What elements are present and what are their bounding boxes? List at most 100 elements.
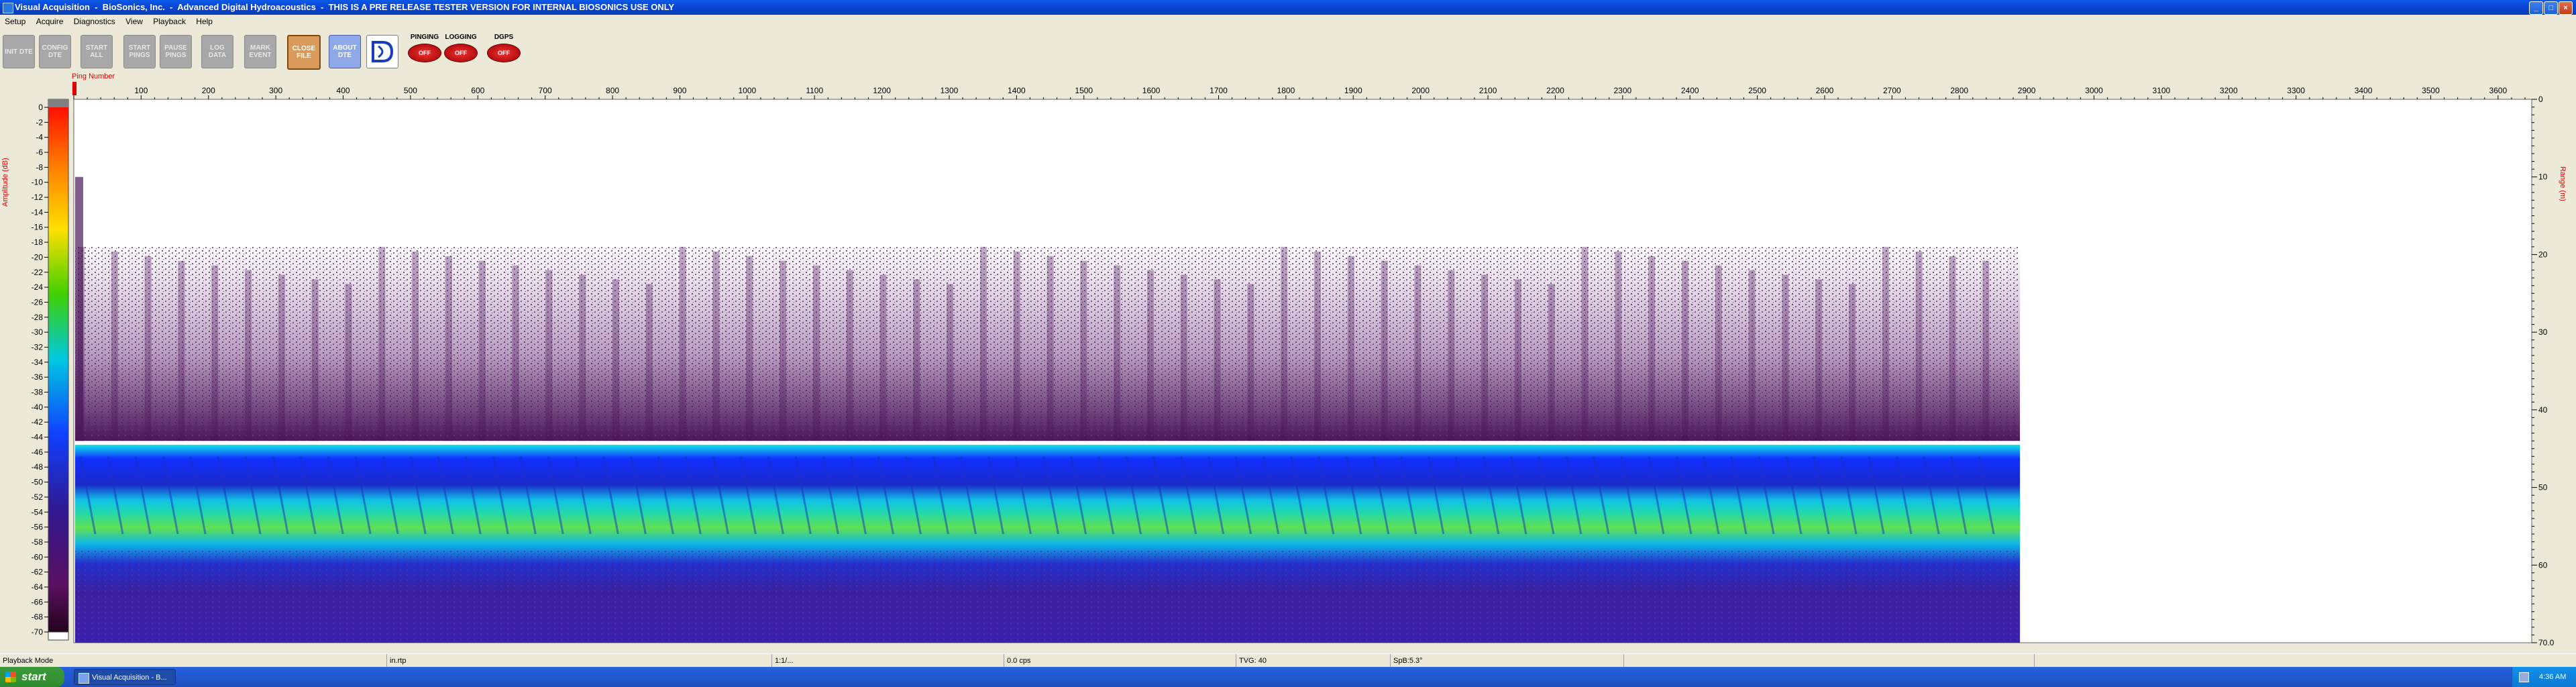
water-column-streak [1648,256,1656,441]
water-column-streak [512,265,519,441]
menu-view[interactable]: View [125,17,143,26]
colorbar-tick-label: -26 [32,297,44,307]
x-tick-label: 1000 [738,86,756,95]
x-tick-label: 2400 [1681,86,1699,95]
pinging-label: PINGING [410,34,439,41]
menu-bar: Setup Acquire Diagnostics View Playback … [0,15,2576,28]
menu-playback[interactable]: Playback [153,17,186,26]
water-column-streak [1146,270,1154,441]
x-tick-label: 2300 [1613,86,1631,95]
colorbar-tick-label: -8 [36,162,43,172]
x-tick-label: 1700 [1210,86,1228,95]
ping-cursor-marker[interactable] [72,82,76,95]
colorbar-tick-label: -70 [32,627,44,637]
water-column-streak [378,246,386,441]
colorbar-tick-label: -68 [32,613,44,622]
colorbar-tick-label: -60 [32,552,44,562]
colorbar [48,99,69,641]
water-column-streak [612,279,619,441]
water-column-streak [979,246,987,441]
range-tick-label: 10 [2538,172,2548,182]
dgps-state-light: OFF [487,44,521,62]
water-column-streak [278,274,285,441]
x-tick-label: 2600 [1816,86,1834,95]
colorbar-tick-label: -6 [36,148,43,157]
pause-pings-button[interactable]: PAUSE PINGS [160,35,192,68]
log-data-button[interactable]: LOG DATA [201,35,233,68]
maximize-button[interactable]: □ [2544,1,2558,15]
colorbar-tick-label: -54 [32,507,44,517]
echogram-data [75,176,2021,643]
x-tick-label: 3300 [2287,86,2305,95]
biosonics-logo-icon [366,35,398,68]
app-icon [3,3,13,13]
colorbar-tick-label: -10 [32,178,44,187]
colorbar-tick-label: -4 [36,133,43,142]
x-tick-label: 3000 [2085,86,2103,95]
x-tick-label: 2000 [1411,86,1430,95]
minimize-button[interactable]: _ [2529,1,2543,15]
close-window-button[interactable]: × [2559,1,2573,15]
echogram-panel: 0 -2 -4 -6 -8 -10 -12 -14 -16 -18 -20 -22 -24 -26 -28 -… [0,72,2576,653]
start-pings-button[interactable]: START PINGS [123,35,156,68]
water-column-streak [1347,256,1354,441]
echogram-chart[interactable]: 0 -2 -4 -6 -8 -10 -12 -14 -16 -18 -20 -22 -24 -26 -28 -… [0,72,2576,653]
colorbar-tick-label: -12 [32,193,44,202]
colorbar-tick-label: -52 [32,492,44,502]
mark-event-button[interactable]: MARK EVENT [244,35,276,68]
start-label: start [21,670,46,683]
water-column-streak [780,260,787,441]
colorbar-tick-label: -38 [32,388,44,397]
water-column-streak [1514,279,1521,441]
windows-flag-icon [5,672,16,682]
status-bar: Playback Mode in.rtp 1:1/... 0.0 cps TVG… [0,653,2576,668]
about-dte-button[interactable]: ABOUT DTE [329,35,361,68]
x-tick-label: 2900 [2018,86,2036,95]
close-file-button[interactable]: CLOSE FILE [287,35,321,70]
colorbar-floor [48,631,69,641]
status-mode: Playback Mode [3,657,54,665]
start-all-button[interactable]: START ALL [80,35,113,68]
x-tick-label: 1400 [1008,86,1026,95]
menu-acquire[interactable]: Acquire [36,17,64,26]
x-tick-label: 400 [337,86,350,95]
config-dte-button[interactable]: CONFIG DTE [39,35,71,68]
menu-help[interactable]: Help [196,17,213,26]
pinging-indicator: PINGING OFF [407,34,443,68]
water-column-streak [345,284,352,441]
range-tick-label: 30 [2538,327,2548,337]
tray-network-icon[interactable] [2519,672,2529,682]
x-tick-label: 1800 [1277,86,1295,95]
toolbar: INIT DTE CONFIG DTE START ALL START PING… [0,28,2576,73]
x-tick-label: 900 [673,86,686,95]
x-tick-label: 2700 [1883,86,1901,95]
range-tick-label: 0 [2538,95,2543,104]
water-column-streak [478,260,486,441]
deep-noise-texture [75,549,2021,643]
colorbar-tick-label: -20 [32,252,44,262]
x-axis-ticks: 100 200 300 400 500 600 700 800 900 1000 1100 1200 1… [73,86,2526,99]
init-dte-button[interactable]: INIT DTE [3,35,35,68]
colorbar-tick-label: -50 [32,478,44,487]
start-button[interactable]: start [0,667,64,687]
menu-setup[interactable]: Setup [5,17,25,26]
x-tick-label: 3600 [2489,86,2507,95]
colorbar-tick-label: -58 [32,537,44,547]
water-column-streak [679,246,686,441]
water-column-streak [1481,274,1489,441]
taskbar-item-visual-acquisition[interactable]: Visual Acquisition - B... [74,669,176,685]
water-column-streak [1381,260,1388,441]
water-column-streak [1046,256,1054,441]
menu-diagnostics[interactable]: Diagnostics [74,17,115,26]
x-tick-label: 3100 [2153,86,2171,95]
water-column-streak [1414,265,1421,441]
status-ping: 1:1/... [771,654,794,668]
colorbar-ticks: 0 -2 -4 -6 -8 -10 -12 -14 -16 -18 -20 -22 -24 -26 -28 -… [32,103,48,637]
colorbar-tick-label: -36 [32,372,44,382]
water-column-streak [712,251,720,441]
water-column-streak [1080,260,1087,441]
range-tick-label: 70.0 [2538,638,2555,647]
water-column-streak [178,260,185,441]
x-tick-label: 100 [134,86,148,95]
range-tick-label: 40 [2538,405,2548,415]
